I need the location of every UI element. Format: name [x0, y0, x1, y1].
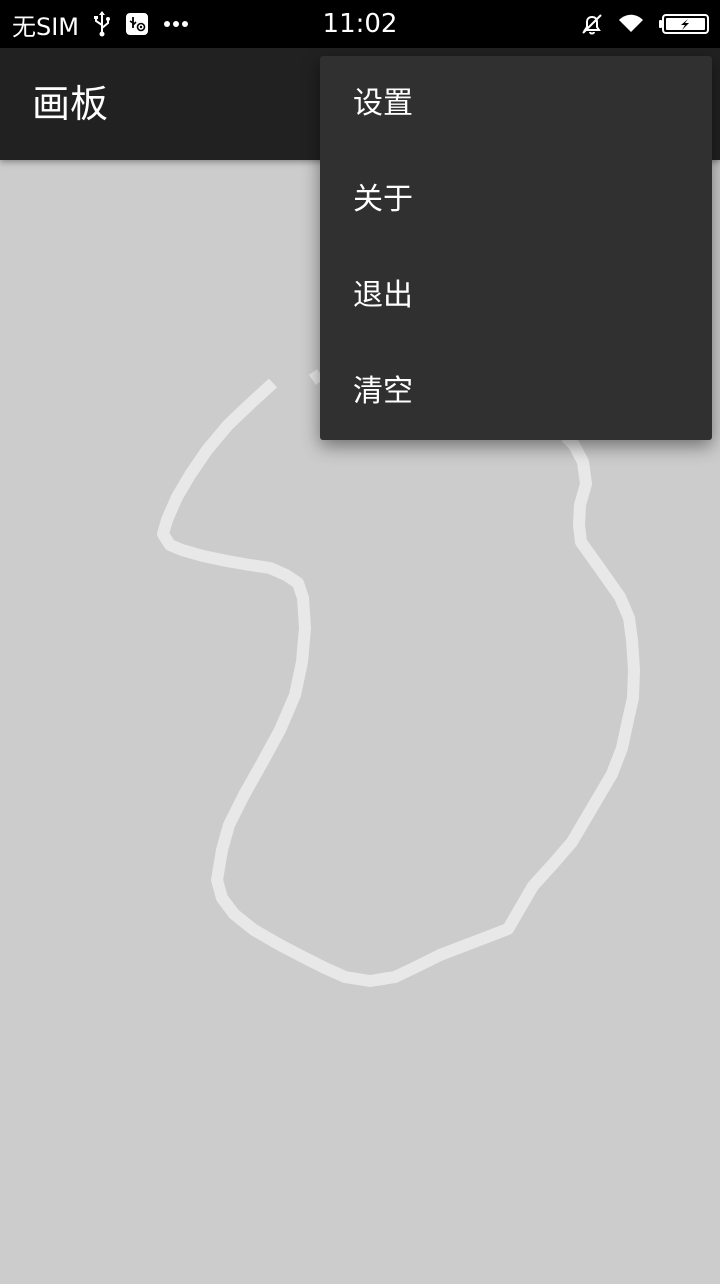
status-bar: 无SIM 11:02	[0, 0, 720, 48]
mute-bell-icon	[580, 12, 604, 36]
battery-charging-icon	[658, 13, 710, 35]
menu-item-exit[interactable]: 退出	[320, 248, 712, 344]
status-right	[566, 0, 710, 48]
app-title: 画板	[32, 82, 109, 126]
menu-item-clear[interactable]: 清空	[320, 344, 712, 440]
menu-item-about[interactable]: 关于	[320, 152, 712, 248]
wifi-icon	[618, 14, 644, 34]
menu-item-settings[interactable]: 设置	[320, 56, 712, 152]
overflow-menu: 设置 关于 退出 清空	[320, 56, 712, 440]
